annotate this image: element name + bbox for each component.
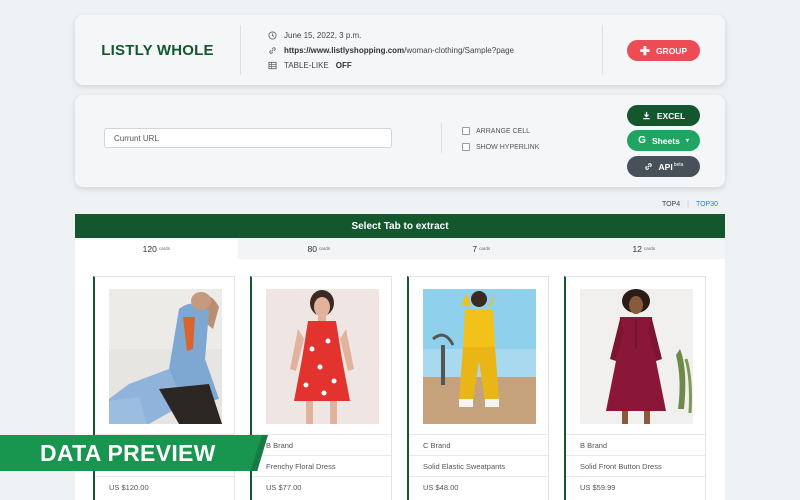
product-name: Solid Front Button Dress <box>566 455 705 476</box>
options-divider <box>441 123 442 153</box>
tab-bar: 120 cards 80 cards 7 cards 12 cards <box>75 238 725 259</box>
link-separator: | <box>687 201 689 208</box>
header-divider-right <box>602 25 603 75</box>
product-name: Frenchy Floral Dress <box>252 455 391 476</box>
product-card[interactable]: B Brand Frenchy Floral Dress US $77.00 <box>250 276 392 500</box>
google-g-icon: G <box>638 135 646 146</box>
data-preview-ribbon: DATA PREVIEW <box>0 435 268 471</box>
clock-icon <box>268 30 277 40</box>
checkbox-box[interactable] <box>462 127 470 135</box>
report-header-card: LISTLY WHOLE June 15, 2022, 3 p.m. https… <box>75 15 725 85</box>
tab-4[interactable]: 12 cards <box>563 238 726 259</box>
top-filter-links: TOP4 | TOP30 <box>662 201 718 208</box>
brand-title: LISTLY WHOLE <box>101 41 214 59</box>
download-icon <box>643 111 650 120</box>
group-button-label: GROUP <box>655 45 688 56</box>
extract-options-card: ARRANGE CELL SHOW HYPERLINK EXCEL G Shee… <box>75 95 725 187</box>
group-button[interactable]: ✚ GROUP <box>627 40 700 61</box>
product-price: US $77.00 <box>252 476 391 497</box>
caret-down-icon: ▾ <box>685 138 689 144</box>
product-brand: B Brand <box>252 434 391 455</box>
sheets-button-label: Sheets <box>651 135 680 146</box>
ribbon-label: DATA PREVIEW <box>0 435 262 471</box>
arrange-cell-label: ARRANGE CELL <box>476 127 531 135</box>
product-image <box>109 289 222 424</box>
current-url-input[interactable] <box>104 128 392 148</box>
tab-1[interactable]: 120 cards <box>75 238 238 259</box>
product-card[interactable]: B Brand Solid Front Button Dress US $59.… <box>564 276 706 500</box>
table-icon <box>268 61 277 69</box>
report-date: June 15, 2022, 3 p.m. <box>284 30 362 40</box>
product-image <box>423 289 536 424</box>
product-card[interactable]: C Brand Solid Elastic Sweatpants US $48.… <box>407 276 549 500</box>
show-hyperlink-label: SHOW HYPERLINK <box>476 143 540 151</box>
report-meta: June 15, 2022, 3 p.m. https://www.listly… <box>268 15 514 85</box>
url-row: https://www.listlyshopping.com/woman-clo… <box>268 46 514 55</box>
tab-2[interactable]: 80 cards <box>238 238 401 259</box>
panel-title: Select Tab to extract <box>75 214 725 238</box>
date-row: June 15, 2022, 3 p.m. <box>268 31 514 40</box>
product-image <box>580 289 693 424</box>
link-icon <box>269 46 276 54</box>
arrange-cell-checkbox[interactable]: ARRANGE CELL <box>462 127 530 135</box>
api-button-label: APIbeta <box>658 161 684 172</box>
product-price: US $120.00 <box>95 476 234 497</box>
table-like-value[interactable]: OFF <box>336 61 352 70</box>
show-hyperlink-checkbox[interactable]: SHOW HYPERLINK <box>462 143 539 151</box>
product-price: US $59.99 <box>566 476 705 497</box>
tab-3[interactable]: 7 cards <box>400 238 563 259</box>
api-button[interactable]: APIbeta <box>627 156 700 177</box>
google-sheets-button[interactable]: G Sheets ▾ <box>627 130 700 151</box>
link-icon <box>644 163 652 170</box>
product-image <box>266 289 379 424</box>
product-brand: C Brand <box>409 434 548 455</box>
product-name: Solid Elastic Sweatpants <box>409 455 548 476</box>
top30-link[interactable]: TOP30 <box>696 201 718 208</box>
excel-button-label: EXCEL <box>656 110 686 121</box>
excel-download-button[interactable]: EXCEL <box>627 105 700 126</box>
checkbox-box[interactable] <box>462 143 470 151</box>
header-divider <box>240 25 241 75</box>
table-like-label: TABLE-LIKE <box>284 60 329 70</box>
top4-link[interactable]: TOP4 <box>662 201 680 208</box>
plus-icon: ✚ <box>639 43 650 58</box>
source-url[interactable]: https://www.listlyshopping.com/woman-clo… <box>284 46 514 55</box>
product-brand: B Brand <box>566 434 705 455</box>
product-price: US $48.00 <box>409 476 548 497</box>
table-like-row: TABLE-LIKE OFF <box>268 61 514 70</box>
